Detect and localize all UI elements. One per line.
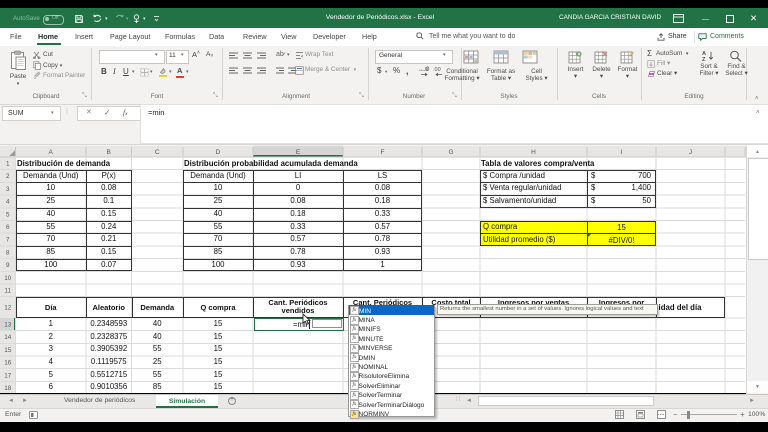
svg-text:H: H [531, 149, 536, 156]
svg-text:6: 6 [6, 224, 10, 231]
svg-text:17: 17 [4, 372, 12, 379]
svg-text:G: G [448, 149, 453, 156]
svg-text:2: 2 [6, 173, 10, 180]
svg-text:C: C [155, 149, 160, 156]
svg-text:10: 10 [4, 275, 12, 282]
svg-text:.00: .00 [433, 67, 441, 73]
svg-text:7: 7 [6, 237, 10, 244]
svg-text:14: 14 [4, 334, 12, 341]
svg-text:I: I [621, 149, 623, 156]
svg-text:J: J [689, 149, 692, 156]
svg-text:12: 12 [4, 305, 12, 312]
svg-text:5: 5 [6, 211, 10, 218]
svg-text:B: B [107, 149, 111, 156]
svg-text:D: D [216, 149, 221, 156]
svg-text:A: A [49, 149, 54, 156]
svg-text:16: 16 [4, 360, 12, 367]
svg-text:9: 9 [6, 262, 10, 269]
svg-text:1: 1 [6, 161, 10, 168]
svg-text:4: 4 [6, 199, 10, 206]
svg-text:Z: Z [702, 57, 706, 62]
svg-text:3: 3 [6, 186, 10, 193]
svg-text:8: 8 [6, 249, 10, 256]
svg-text:15: 15 [4, 347, 12, 354]
svg-text:13: 13 [4, 322, 12, 329]
svg-text:←.0: ←.0 [418, 67, 428, 73]
svg-text:11: 11 [4, 288, 11, 295]
svg-text:E: E [296, 149, 301, 156]
svg-text:18: 18 [4, 385, 12, 392]
svg-text:F: F [381, 149, 385, 156]
